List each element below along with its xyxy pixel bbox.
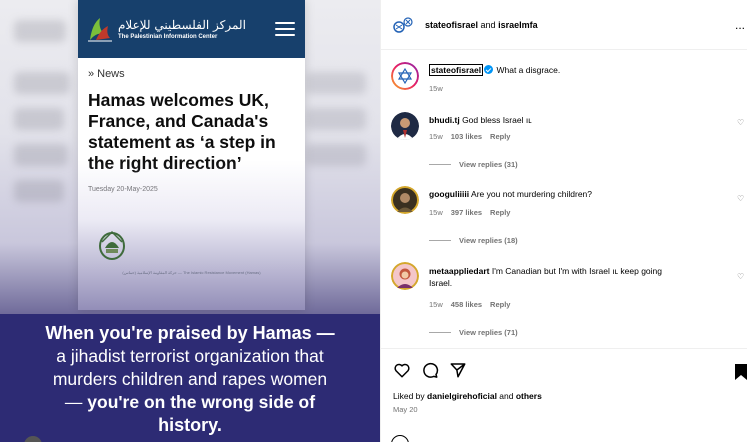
reply-button[interactable]: Reply [490,300,510,309]
reply-button[interactable]: Reply [490,208,510,217]
post-date[interactable]: May 20 [393,405,418,414]
post-actions: Liked by danielgirehoficial and others M… [381,348,747,442]
blurred-background-text [14,72,70,94]
post-caption: stateofisrael What a disgrace. [429,64,560,76]
blurred-background-text [306,144,366,166]
comment-likes[interactable]: 458 likes [451,300,482,309]
blurred-background-text [306,108,366,130]
emoji-icon[interactable] [391,435,409,442]
post-header: stateofisrael and israelmfa ... [381,0,747,50]
blurred-background-text [14,144,68,166]
pic-logo-icon [88,18,112,42]
commenter-avatar[interactable] [391,262,419,290]
post-side-panel: stateofisrael and israelmfa ... stateofi… [380,0,747,442]
hamburger-menu-icon [275,22,295,36]
view-replies-button[interactable]: View replies (18) [429,236,518,245]
article-date: Tuesday 20-May-2025 [88,186,158,193]
liked-by-others[interactable]: others [516,391,542,401]
comment-username[interactable]: bhudi.tj [429,115,460,125]
news-site-header: المركز الفلسطيني للإعلام The Palestinian… [78,0,305,58]
caption-text: What a disgrace. [496,65,561,75]
comment-meta: 15w 103 likes Reply [429,132,511,141]
comment-username[interactable]: googuliiiii [429,189,469,199]
statement-line: a jihadist terrorist organization that [56,346,324,366]
comment-meta: 15w 397 likes Reply [429,208,511,217]
commenter-avatar[interactable] [391,112,419,140]
post-media[interactable]: المركز الفلسطيني للإعلام The Palestinian… [0,0,380,442]
more-options-icon[interactable]: ... [735,18,745,32]
caption-meta: 15w [429,84,443,93]
liked-by-user[interactable]: danielgirehoficial [427,391,497,401]
breadcrumb: » News [88,68,295,80]
comment-icon[interactable] [421,361,439,379]
verified-badge-icon [484,65,494,74]
site-logo: المركز الفلسطيني للإعلام The Palestinian… [86,14,246,44]
caption-time: 15w [429,84,443,93]
breadcrumb-label: News [97,68,125,80]
site-arabic-name: المركز الفلسطيني للإعلام [118,18,246,32]
commenter-avatar[interactable] [391,186,419,214]
news-screenshot-card: المركز الفلسطيني للإعلام The Palestinian… [78,0,305,310]
comment-heart-icon[interactable]: ♡ [737,194,747,204]
view-replies-button[interactable]: View replies (31) [429,160,518,169]
comment-text: bhudi.tj God bless Israel ıʟ [429,115,532,125]
caption-username[interactable]: stateofisrael [429,64,484,76]
comment-likes[interactable]: 103 likes [451,132,482,141]
comment-username[interactable]: metaappliedart [429,266,489,276]
reply-button[interactable]: Reply [490,132,510,141]
heart-icon[interactable] [393,361,411,379]
bookmark-icon[interactable] [734,363,747,381]
site-english-name: The Palestinian Information Center [118,34,218,40]
blurred-background-text [14,180,64,202]
emblem-caption: حركة المقاومة الإسلامية (حماس) — The Isl… [122,270,261,275]
blurred-background-text [306,72,366,94]
comment-heart-icon[interactable]: ♡ [737,272,747,282]
post-authors: stateofisrael and israelmfa [425,19,538,30]
state-of-israel-avatar[interactable] [391,13,415,37]
statement-line: murders children and rapes women [52,369,328,389]
view-replies-button[interactable]: View replies (71) [429,328,518,337]
hamas-emblem-icon [99,230,125,260]
statement-line: When you're praised by Hamas — [45,323,335,343]
statement-banner: When you're praised by Hamas — a jihadis… [0,314,380,442]
comment-meta: 15w 458 likes Reply [429,300,511,309]
caption-avatar[interactable] [391,62,419,90]
statement-line: history. [158,415,222,435]
article-headline: Hamas welcomes UK, France, and Canada's … [88,90,276,173]
comment-likes[interactable]: 397 likes [451,208,482,217]
comment-heart-icon[interactable]: ♡ [737,118,747,128]
blurred-background-text [14,20,66,42]
author-username[interactable]: stateofisrael [425,20,478,30]
blurred-background-text [14,108,64,130]
liked-by: Liked by danielgirehoficial and others [393,391,542,401]
comment-text: googuliiiii Are you not murdering childr… [429,189,593,199]
statement-line: — you're on the wrong side of [64,392,316,412]
comment-text: metaappliedart I'm Canadian but I'm with… [429,266,662,288]
share-icon[interactable] [449,361,467,379]
chevrons-icon: » [88,68,95,80]
collab-username[interactable]: israelmfa [498,20,538,30]
